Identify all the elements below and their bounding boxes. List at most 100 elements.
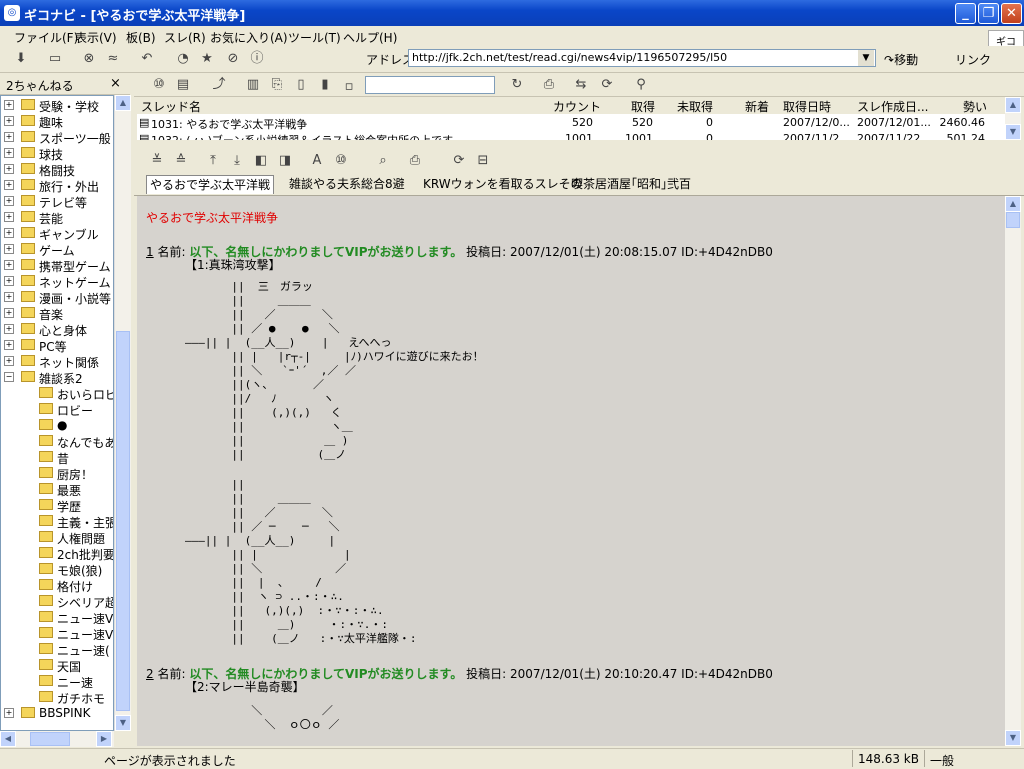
prev-doc-icon[interactable]: ◧ [252,152,270,170]
scroll-down-icon[interactable]: ▼ [1005,124,1021,140]
expand-icon[interactable]: + [4,708,14,718]
tab-thread-4[interactable]: 喫茶居酒屋｢昭和｣弐百 [568,175,694,193]
post-number[interactable]: 2 [146,667,154,681]
tab-thread-1[interactable]: やるおで学ぶ太平洋戦 [146,175,275,194]
refresh-list-icon[interactable]: ↻ [508,76,526,94]
col-created[interactable]: スレ作成日... [857,98,928,115]
col-got-date[interactable]: 取得日時 [783,98,831,115]
col-momentum[interactable]: 勢い [963,98,987,115]
scroll-thumb[interactable] [116,331,130,711]
links-button[interactable]: リンク [955,51,991,68]
viewer-scrollbar[interactable]: ▲ ▼ [1005,196,1021,746]
scroll-up-icon[interactable]: ▲ [1005,97,1021,113]
jump-bottom-icon[interactable]: ⤓ [228,152,246,170]
tree-vertical-scrollbar[interactable]: ▲ ▼ [114,95,131,731]
expand-icon[interactable]: + [4,260,14,270]
star-icon[interactable]: ★ [198,50,216,68]
scroll-left-icon[interactable]: ◀ [0,731,16,747]
tab-thread-3[interactable]: KRWウォンを看取るスレその [420,175,586,193]
expand-icon[interactable]: + [4,356,14,366]
window-icon[interactable]: ▭ [46,50,64,68]
thread-search-input[interactable] [365,76,495,94]
folder-icon[interactable]: ⊟ [474,152,492,170]
folder-sync-icon[interactable]: ⇆ [572,76,590,94]
thread-viewer[interactable]: やるおで学ぶ太平洋戦争 1 名前: 以下、名無しにかわりましてVIPがお送りしま… [137,196,1005,746]
tab-thread-2[interactable]: 雑談やる夫系総合8避 [286,175,408,193]
board-tree[interactable]: + 受験・学校 + 趣味 + スポーツ一般 + 球技 + 格闘技 + 旅行・外出 + テレビ等 + 芸能 + ギャ… [0,95,114,731]
collapse-icon[interactable]: − [4,372,14,382]
minimize-button[interactable]: _ [955,3,976,24]
new-doc-icon[interactable]: ▮ [316,76,334,94]
table-row[interactable]: ▤ 1031: やるおで学ぶ太平洋戦争 520 520 0 2007/12/0... 200… [137,115,1005,131]
expand-icon[interactable]: + [4,228,14,238]
col-unread[interactable]: 未取得 [677,98,713,115]
font-icon[interactable]: A [308,152,326,170]
menu-view[interactable]: 表示(V) [75,29,117,46]
close-icon[interactable]: × [110,76,121,91]
list-view-icon[interactable]: ▤ [174,76,192,94]
menu-board[interactable]: 板(B) [126,29,156,46]
app-icon[interactable]: ◎ [4,5,20,21]
expand-icon[interactable]: + [4,196,14,206]
reload-icon[interactable]: ⟳ [598,76,616,94]
expand-icon[interactable]: + [4,244,14,254]
scroll-down-icon[interactable]: ▼ [115,715,131,731]
col-new[interactable]: 新着 [745,98,769,115]
expand-icon[interactable]: + [4,308,14,318]
thread-list-scrollbar[interactable]: ▲ ▼ [1005,97,1021,140]
col-thread-name[interactable]: スレッド名 [141,98,201,115]
expand-icon[interactable]: + [4,100,14,110]
up-folder-icon[interactable]: ⤴ [210,76,228,94]
doc-icon[interactable]: ▯ [292,76,310,94]
small-icon[interactable]: ▫ [340,78,358,96]
go-button[interactable]: ↷移動 [884,51,918,68]
columns-icon[interactable]: ▥ [244,76,262,94]
scroll-up-icon[interactable]: ▲ [1005,196,1021,212]
print-icon[interactable]: ⎙ [540,76,558,94]
expand-icon[interactable]: + [4,292,14,302]
graph-icon[interactable]: ≈ [104,50,122,68]
expand-icon[interactable]: + [4,276,14,286]
scroll-right-icon[interactable]: ▶ [96,731,112,747]
table-row[interactable]: ▤1032: (-ω-)ブーン系小説練習＆イラスト総合案内所の上です 1001 10… [137,131,1005,140]
scroll-thumb[interactable] [1006,212,1020,228]
ban-icon[interactable]: ⊘ [224,50,242,68]
address-input[interactable]: http://jfk.2ch.net/test/read.cgi/news4vi… [408,49,876,67]
next-doc-icon[interactable]: ◨ [276,152,294,170]
find-icon[interactable]: ⌕ [374,152,392,170]
binoculars-icon[interactable]: ⚲ [632,76,650,94]
post-number[interactable]: 1 [146,245,154,259]
col-got[interactable]: 取得 [631,98,655,115]
menu-thread[interactable]: スレ(R) [164,29,206,46]
stop-icon[interactable]: ⊗ [80,50,98,68]
back-icon[interactable]: ↶ [138,50,156,68]
menu-file[interactable]: ファイル(F) [14,29,78,46]
timer-icon[interactable]: ◔ [174,50,192,68]
res-count-icon[interactable]: ⑩ [332,152,350,170]
expand-icon[interactable]: + [4,148,14,158]
ten-icon[interactable]: ⑩ [150,76,168,94]
jump-top-icon[interactable]: ⤒ [204,152,222,170]
expand-icon[interactable]: + [4,340,14,350]
scroll-thumb-h[interactable] [30,732,70,746]
expand-icon[interactable]: + [4,164,14,174]
expand-icon[interactable]: + [4,212,14,222]
tree-horizontal-scrollbar[interactable]: ◀ ▶ [0,731,114,747]
menu-help[interactable]: ヘルプ(H) [343,29,397,46]
restore-button[interactable]: ❐ [978,3,999,24]
thread-list[interactable]: ▤ 1031: やるおで学ぶ太平洋戦争 520 520 0 2007/12/0... 200… [137,114,1005,140]
close-button[interactable]: ✕ [1001,3,1022,24]
expand-icon[interactable]: + [4,324,14,334]
info-icon[interactable]: ⓘ [248,50,266,68]
col-count[interactable]: カウント [553,98,601,115]
save-icon[interactable]: ⬇ [12,50,30,68]
menu-tools[interactable]: ツール(T) [288,29,341,46]
scroll-up-icon[interactable]: ▲ [115,95,131,111]
scroll-down-icon[interactable]: ▼ [1005,730,1021,746]
bottom-icon[interactable]: ≙ [172,152,190,170]
copy-icon[interactable]: ⎘ [268,76,286,94]
reload-icon[interactable]: ⟳ [450,152,468,170]
expand-icon[interactable]: + [4,132,14,142]
chevron-down-icon[interactable]: ▼ [858,50,874,66]
expand-icon[interactable]: + [4,116,14,126]
